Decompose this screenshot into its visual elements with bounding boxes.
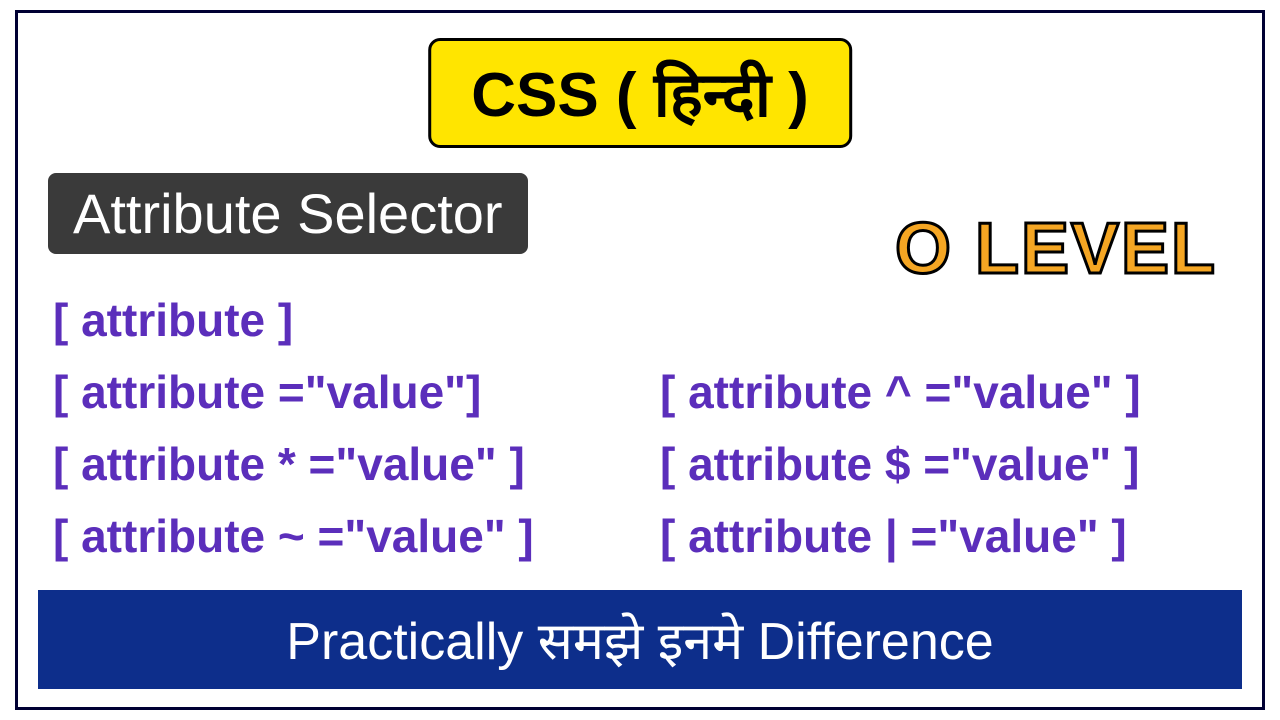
selector-star: [ attribute * ="value" ] [53,437,620,491]
level-text: O LEVEL [895,209,1217,289]
selector-caret: [ attribute ^ ="value" ] [660,365,1227,419]
title-text: CSS ( हिन्दी ) [471,61,809,130]
subtitle-badge: Attribute Selector [48,173,528,254]
selectors-grid: [ attribute ] [ attribute ="value"] [ at… [53,293,1227,563]
level-badge: O LEVEL [895,208,1217,290]
selector-pipe: [ attribute | ="value" ] [660,509,1227,563]
subtitle-text: Attribute Selector [73,182,503,245]
selector-attribute: [ attribute ] [53,293,1227,347]
footer-bar: Practically समझे इनमे Difference [38,590,1242,689]
content-frame: CSS ( हिन्दी ) Attribute Selector O LEVE… [15,10,1265,710]
title-badge: CSS ( हिन्दी ) [428,38,852,148]
selector-tilde: [ attribute ~ ="value" ] [53,509,620,563]
selector-dollar: [ attribute $ ="value" ] [660,437,1227,491]
footer-text: Practically समझे इनमे Difference [286,613,993,671]
selector-equals: [ attribute ="value"] [53,365,620,419]
